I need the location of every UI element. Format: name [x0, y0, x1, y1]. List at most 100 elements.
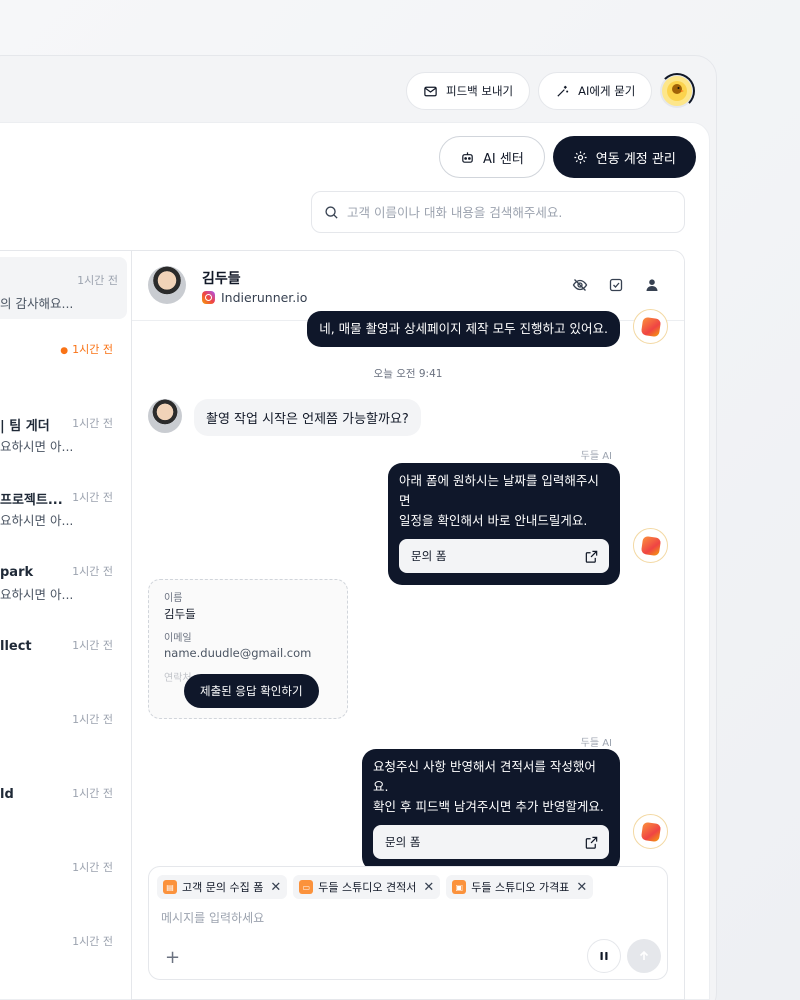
conversation-time: 1시간 전 [72, 935, 113, 948]
robot-icon [462, 151, 473, 163]
ai-logo-icon [640, 535, 661, 556]
conversation-name: | 팀 게더 [0, 419, 50, 434]
attachment-chip[interactable]: ▭ 두들 스튜디오 견적서 ✕ [293, 875, 441, 899]
attachment-chips: ▤ 고객 문의 수집 폼 ✕ ▭ 두들 스튜디오 견적서 ✕ ▣ 두들 스튜디오… [157, 875, 594, 899]
ai-logo-icon [640, 821, 661, 842]
header-actions: AI 센터 연동 계정 관리 [439, 136, 696, 178]
conversation-item[interactable]: 의 감사해요... 1시간 전 [0, 257, 127, 319]
ai-message-line: 요청주신 사항 반영해서 견적서를 작성했어요. [373, 759, 596, 794]
conversation-item[interactable]: park 요하시면 아... 1시간 전 [0, 553, 127, 615]
contact-avatar [148, 266, 186, 304]
ai-message-line: 확인 후 피드백 남겨주시면 추가 반영할게요. [373, 799, 604, 814]
ai-sender-label: 두들 AI [580, 451, 612, 462]
conversation-time: 1시간 전 [72, 491, 113, 504]
ask-ai-label: AI에게 묻기 [578, 84, 636, 98]
attachment-chip[interactable]: ▤ 고객 문의 수집 폼 ✕ [157, 875, 288, 899]
search-bar [311, 191, 685, 233]
feedback-label: 피드백 보내기 [446, 84, 514, 98]
mail-icon [424, 86, 437, 96]
attachment-chip-label: 두들 스튜디오 견적서 [318, 881, 417, 894]
remove-attachment-icon[interactable]: ✕ [270, 880, 281, 895]
conversation-item[interactable]: 1시간 전 [0, 701, 127, 763]
conversation-time: 1시간 전 [72, 417, 113, 430]
form-name-value: 김두들 [164, 607, 196, 621]
magic-wand-icon [557, 85, 569, 97]
ai-message-line: 아래 폼에 원하시는 날짜를 입력해주시면 [399, 473, 599, 508]
pause-button[interactable] [587, 939, 621, 973]
conversation-preview: 요하시면 아... [0, 587, 74, 602]
external-link-icon [585, 550, 598, 563]
manage-accounts-label: 연동 계정 관리 [595, 151, 676, 167]
attachment-chip-label: 두들 스튜디오 가격표 [471, 881, 570, 894]
ai-avatar [633, 814, 668, 849]
customer-message: 촬영 작업 시작은 언제쯤 가능할까요? [194, 399, 421, 436]
message-composer: ▤ 고객 문의 수집 폼 ✕ ▭ 두들 스튜디오 견적서 ✕ ▣ 두들 스튜디오… [148, 866, 668, 980]
top-actions: 피드백 보내기 AI에게 묻기 [406, 72, 696, 110]
form-response-card: 이름 김두들 이메일 name.duudle@gmail.com 연락처 제출된… [148, 579, 348, 719]
checkbox-icon[interactable] [608, 277, 624, 293]
ai-center-button[interactable]: AI 센터 [439, 136, 545, 178]
chat-header-actions [572, 277, 660, 293]
remove-attachment-icon[interactable]: ✕ [576, 880, 587, 895]
customer-avatar [148, 399, 182, 433]
conversation-item[interactable]: ld 1시간 전 [0, 775, 127, 837]
contact-name: 김두들 [202, 271, 241, 287]
form-email-label: 이메일 [164, 633, 192, 644]
conversation-item[interactable]: 1시간 전 [0, 849, 127, 911]
inquiry-form-link[interactable]: 문의 폼 [399, 539, 609, 573]
conversation-time: 1시간 전 [72, 713, 113, 726]
conversation-item[interactable]: 프로젝트... 요하시면 아... 1시간 전 [0, 479, 127, 541]
message-input[interactable] [161, 909, 581, 929]
message-list: 네, 매물 촬영과 상세페이지 제작 모두 진행하고 있어요. 오늘 오전 9:… [132, 309, 684, 999]
conversation-time: 1시간 전 [72, 861, 113, 874]
feedback-button[interactable]: 피드백 보내기 [406, 72, 531, 110]
attachment-chip-label: 고객 문의 수집 폼 [182, 881, 264, 894]
contact-handle: Indierunner.io [202, 290, 307, 305]
price-tag-icon: ▣ [452, 880, 467, 894]
external-link-icon [585, 836, 598, 849]
chat-pane: 김두들 Indierunner.io 네, 매물 촬영과 상세페이지 제작 모두… [132, 250, 685, 1000]
form-link-label: 문의 폼 [385, 835, 421, 849]
conversation-time: 1시간 전 [72, 787, 113, 800]
view-response-button[interactable]: 제출된 응답 확인하기 [184, 674, 319, 708]
ai-message-line: 일정을 확인해서 바로 안내드릴게요. [399, 513, 588, 528]
conversation-time-unread: 1시간 전 [60, 341, 113, 357]
search-input[interactable] [347, 204, 672, 220]
ai-sender-label: 두들 AI [580, 738, 612, 749]
ai-logo-icon [640, 316, 661, 337]
conversation-time: 1시간 전 [77, 274, 118, 287]
ai-message: 아래 폼에 원하시는 날짜를 입력해주시면 일정을 확인해서 바로 안내드릴게요… [388, 463, 620, 585]
conversation-name: llect [0, 639, 32, 654]
user-avatar[interactable] [659, 73, 696, 109]
inquiry-form-link[interactable]: 문의 폼 [373, 825, 609, 859]
conversation-preview: 의 감사해요... [0, 296, 74, 311]
conversation-time: 1시간 전 [72, 639, 113, 652]
ask-ai-button[interactable]: AI에게 묻기 [538, 72, 653, 110]
remove-attachment-icon[interactable]: ✕ [423, 880, 434, 895]
gear-icon [574, 150, 587, 164]
conversation-preview: 요하시면 아... [0, 513, 74, 528]
time-divider: 오늘 오전 9:41 [373, 368, 443, 380]
conversation-item[interactable]: 1시간 전 [0, 923, 127, 985]
search-icon [325, 205, 338, 219]
conversation-name: ld [0, 787, 14, 802]
conversation-time: 1시간 전 [72, 565, 113, 578]
user-icon[interactable] [644, 277, 660, 293]
conversation-item[interactable]: 1시간 전 [0, 331, 127, 393]
folder-icon: ▭ [299, 880, 314, 894]
send-button[interactable] [627, 939, 661, 973]
duck-avatar-icon [667, 81, 688, 101]
form-link-label: 문의 폼 [411, 549, 447, 563]
conversation-item[interactable]: | 팀 게더 요하시면 아... 1시간 전 [0, 405, 127, 467]
conversation-item[interactable]: llect 1시간 전 [0, 627, 127, 689]
ai-message: 요청주신 사항 반영해서 견적서를 작성했어요. 확인 후 피드백 남겨주시면 … [362, 749, 620, 871]
conversation-list: 의 감사해요... 1시간 전 1시간 전 | 팀 게더 요하시면 아... 1… [0, 250, 132, 1000]
ai-avatar [633, 528, 668, 563]
attachment-chip[interactable]: ▣ 두들 스튜디오 가격표 ✕ [446, 875, 594, 899]
contact-handle-text: Indierunner.io [221, 290, 308, 305]
ai-center-label: AI 센터 [483, 151, 524, 167]
eye-off-icon[interactable] [572, 277, 588, 293]
add-attachment-button[interactable]: + [165, 947, 180, 968]
document-icon: ▤ [163, 880, 177, 894]
manage-accounts-button[interactable]: 연동 계정 관리 [552, 136, 696, 178]
